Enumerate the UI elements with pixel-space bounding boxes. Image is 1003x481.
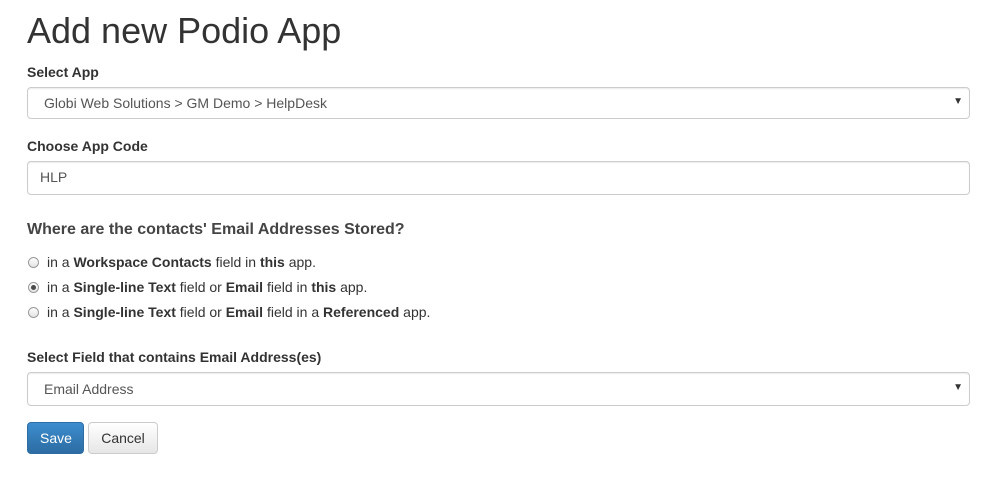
select-app-label: Select App [27,64,99,80]
app-code-label: Choose App Code [27,138,148,154]
radio-option-this-app[interactable]: in a Single-line Text field or Email fie… [27,279,367,295]
save-button[interactable]: Save [27,422,84,454]
email-field-value: Email Address [44,381,134,397]
radio-option-label: in a Single-line Text field or Email fie… [47,279,368,295]
radio-option-referenced-app[interactable]: in a Single-line Text field or Email fie… [27,304,430,320]
cancel-button[interactable]: Cancel [88,422,158,454]
email-field-label: Select Field that contains Email Address… [27,349,322,365]
caret-down-icon: ▼ [953,382,963,393]
select-app-dropdown[interactable]: Globi Web Solutions > GM Demo > HelpDesk… [27,87,970,119]
radio-option-workspace-contacts[interactable]: in a Workspace Contacts field in this ap… [27,254,316,270]
radio-option-label: in a Single-line Text field or Email fie… [47,304,431,320]
email-location-question: Where are the contacts' Email Addresses … [27,221,405,238]
page-title: Add new Podio App [27,10,342,51]
select-app-value: Globi Web Solutions > GM Demo > HelpDesk [44,95,327,111]
app-code-value: HLP [40,169,68,185]
radio-option-label: in a Workspace Contacts field in this ap… [47,254,316,270]
radio-button[interactable] [28,256,39,268]
radio-button[interactable] [28,306,39,318]
app-code-input[interactable]: HLP [27,161,970,195]
radio-button-selected[interactable] [28,281,39,293]
email-field-dropdown[interactable]: Email Address ▼ [27,372,970,406]
caret-down-icon: ▼ [953,96,963,107]
